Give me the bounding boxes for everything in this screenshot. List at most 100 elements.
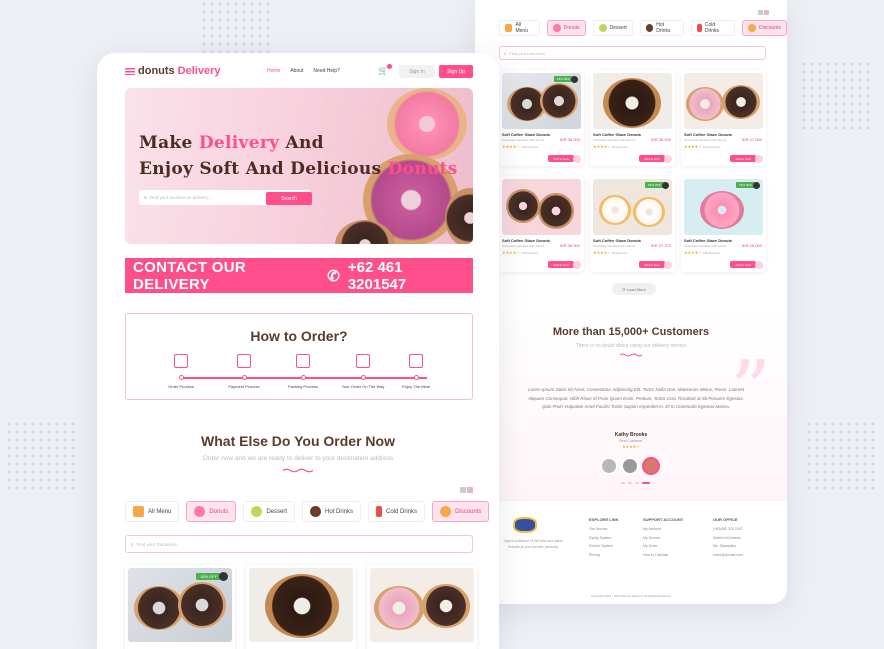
nav-link-help[interactable]: Need Help?	[313, 68, 339, 74]
footer-explore-links: EXPLORE LINK Our Service Equity System R…	[589, 517, 619, 561]
wave-divider-icon	[620, 353, 642, 357]
cart-icon[interactable]: 🛒	[378, 64, 392, 75]
footer-link[interactable]: Pricing	[589, 553, 619, 557]
tab-label: Hot Drinks	[325, 508, 354, 515]
tab-cold-drinks[interactable]: Cold Drinks	[691, 20, 736, 36]
avatar[interactable]	[642, 457, 660, 475]
nav-link-home[interactable]: Home	[267, 68, 280, 74]
info-icon[interactable]	[219, 572, 228, 581]
order-now-title: What Else Do You Order Now	[201, 433, 395, 449]
add-to-cart-button[interactable]: Add to Cart	[639, 155, 665, 162]
tab-cold-drinks[interactable]: Cold Drinks	[368, 501, 426, 522]
donut-image	[700, 191, 744, 229]
discount-badge: 15% OFF	[196, 573, 222, 580]
menu-search-input[interactable]: ⌕ Find your Donutlove	[499, 46, 766, 60]
brand-logo[interactable]: donuts Delivery	[125, 65, 220, 77]
cold-drink-icon	[697, 24, 702, 32]
menu-icon	[505, 24, 513, 32]
product-card[interactable]: 15% OFF Soft Coffee Glaze Donuts Chocola…	[499, 70, 584, 166]
decor-dots	[805, 420, 875, 490]
product-card[interactable]	[246, 565, 356, 649]
donut-image	[422, 584, 470, 628]
nav-links: Home About Need Help?	[267, 68, 340, 74]
footer-link[interactable]: Our Service	[589, 527, 619, 531]
footer-link[interactable]: Refund System	[589, 544, 619, 548]
product-card[interactable]: 25% OFF Soft Coffee Glaze Donuts Chocola…	[590, 176, 675, 272]
favorite-icon[interactable]	[573, 155, 581, 163]
wave-divider-icon	[283, 468, 313, 473]
footer-link[interactable]: My Order	[643, 544, 683, 548]
tab-discounts[interactable]: Discounts	[432, 501, 490, 522]
sign-up-button[interactable]: Sign Up	[439, 65, 473, 78]
add-to-cart-button[interactable]: Add to Cart	[548, 261, 574, 268]
add-to-cart-button[interactable]: Add to Cart	[548, 155, 574, 162]
info-icon[interactable]	[753, 182, 760, 189]
testimonial-role: Best Customer	[619, 439, 643, 443]
tab-discounts[interactable]: Discounts	[742, 20, 787, 36]
info-icon[interactable]	[662, 182, 669, 189]
add-to-cart-button[interactable]: Add to Cart	[730, 261, 756, 268]
view-toggle[interactable]	[460, 487, 473, 493]
menu-search-input[interactable]: ⌕ Find your Donutlove	[125, 535, 473, 553]
search-placeholder: Find your Donutlove	[509, 50, 546, 56]
tab-all-menu[interactable]: All Menu	[499, 20, 540, 36]
tab-dessert[interactable]: Dessert	[592, 20, 633, 36]
sign-in-button[interactable]: Sign In	[399, 65, 435, 78]
info-icon[interactable]	[571, 76, 578, 83]
tab-all-menu[interactable]: All Menu	[125, 501, 180, 522]
menu-tabs: All Menu Donuts Dessert Hot Drinks Cold …	[125, 501, 490, 522]
footer-link[interactable]: How to Tutorials	[643, 553, 683, 557]
testimonial-author: Kathy Brooke	[614, 432, 648, 438]
donut-image	[374, 586, 424, 630]
how-to-order-title: How to Order?	[250, 328, 348, 344]
product-price: IDR 36.000	[559, 243, 580, 248]
product-card[interactable]: Soft Coffee Glaze Donuts Chocolate sprin…	[681, 70, 766, 166]
carousel-dots[interactable]	[621, 482, 650, 484]
favorite-icon[interactable]	[755, 155, 763, 163]
favorite-icon[interactable]	[664, 261, 672, 269]
footer-link[interactable]: Equity System	[589, 536, 619, 540]
footer-link[interactable]: My Donuts	[643, 536, 683, 540]
step-dot	[300, 375, 306, 380]
tab-label: Hot Drinks	[656, 22, 671, 34]
donut-image	[265, 574, 339, 638]
office-email[interactable]: order@donuts.com	[713, 553, 743, 557]
product-card[interactable]: Soft Coffee Glaze Donuts Chocolate sprin…	[499, 176, 584, 272]
tab-donuts[interactable]: Donuts	[546, 20, 586, 36]
footer: Jaya's collection of the best and latest…	[475, 500, 787, 604]
product-card[interactable]: Soft Coffee Glaze Donuts Chocolate sprin…	[590, 70, 675, 166]
add-to-cart-button[interactable]: Add to Cart	[639, 261, 665, 268]
tab-donuts[interactable]: Donuts	[186, 501, 237, 522]
favorite-icon[interactable]	[755, 261, 763, 269]
location-placeholder: Find your location on delivery...	[149, 195, 212, 200]
product-card[interactable]: 15% OFF Soft Coffee Glaze Donuts Chocola…	[681, 176, 766, 272]
step-enjoy: Enjoy The Meal	[384, 354, 448, 389]
tab-hot-drinks[interactable]: Hot Drinks	[639, 20, 685, 36]
footer-link[interactable]: My Account	[643, 527, 683, 531]
review-count: 156 Reviews	[703, 251, 721, 255]
favorite-icon[interactable]	[664, 155, 672, 163]
cup-icon	[645, 24, 654, 32]
product-price: IDR 17.000	[741, 137, 762, 142]
menu-tabs-right: All Menu Donuts Dessert Hot Drinks Cold …	[499, 20, 787, 36]
avatar[interactable]	[600, 457, 618, 475]
tab-hot-drinks[interactable]: Hot Drinks	[302, 501, 362, 522]
avatar[interactable]	[621, 457, 639, 475]
product-card[interactable]: 15% OFF	[125, 565, 235, 649]
tab-dessert[interactable]: Dessert	[243, 501, 296, 522]
favorite-icon[interactable]	[573, 261, 581, 269]
view-toggle[interactable]	[758, 10, 769, 15]
hero-text: Make	[139, 133, 199, 153]
step-payment: Payment Process	[212, 354, 276, 389]
donut-image	[538, 193, 574, 229]
contact-banner[interactable]: CONTACT OUR DELIVERY ✆ +62 461 3201547	[125, 258, 473, 293]
step-label: Payment Process	[228, 384, 260, 389]
add-to-cart-button[interactable]: Add to Cart	[730, 155, 756, 162]
step-dot	[178, 375, 184, 380]
search-button[interactable]: Search	[266, 192, 312, 205]
load-more-button[interactable]: ⟳ Load More	[612, 283, 656, 295]
nav-link-about[interactable]: About	[290, 68, 303, 74]
product-image: 15% OFF	[684, 179, 763, 235]
hero-text: And	[279, 133, 324, 153]
product-card[interactable]	[367, 565, 477, 649]
